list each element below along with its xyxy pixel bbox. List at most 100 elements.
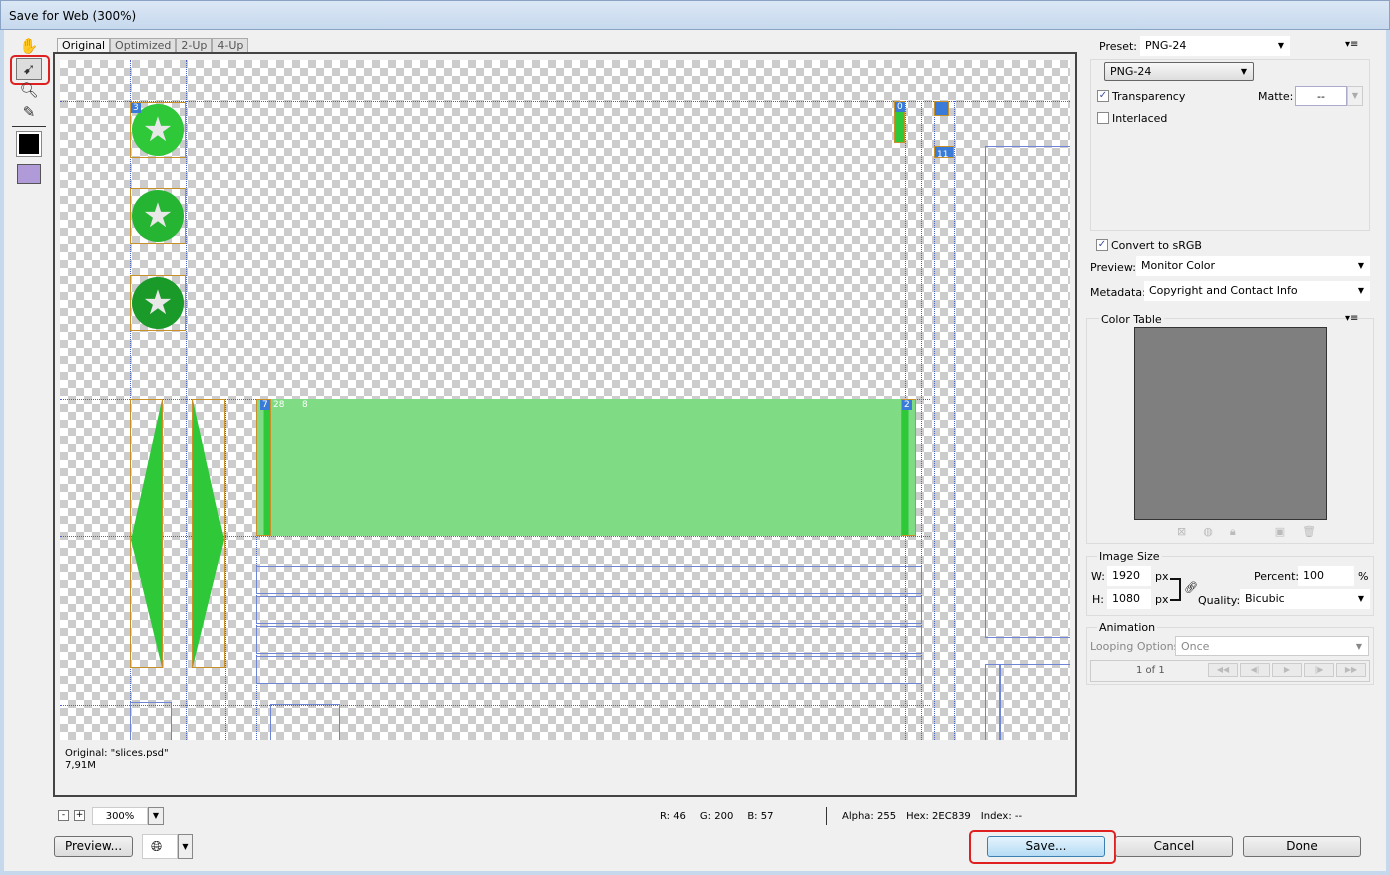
height-label: H:: [1092, 593, 1104, 606]
title-bar: Save for Web (300%): [0, 0, 1390, 30]
slice-number: 7: [260, 400, 270, 410]
color-table-swatches[interactable]: [1134, 327, 1327, 520]
slice-box[interactable]: [256, 656, 922, 684]
slice-box[interactable]: [985, 146, 1070, 638]
index-value: Index: --: [980, 811, 1023, 822]
height-field[interactable]: 1080: [1107, 589, 1151, 609]
image-info: Original: "slices.psd" 7,91M: [65, 748, 169, 772]
looping-dropdown[interactable]: Once: [1175, 636, 1369, 657]
constrain-bracket: [1170, 578, 1181, 601]
percent-label: Percent:: [1254, 570, 1300, 583]
done-button[interactable]: Done: [1243, 836, 1361, 857]
color-readout: R: 46 G: 200 B: 57: [660, 811, 773, 822]
toggle-slices-visibility-icon[interactable]: [17, 164, 41, 184]
spindle-shape: [131, 400, 162, 667]
green-value: G: 200: [699, 811, 734, 822]
star-icon: ★: [132, 190, 184, 242]
percent-unit: %: [1358, 570, 1369, 583]
interlaced-checkbox[interactable]: [1097, 112, 1109, 124]
matte-field[interactable]: --: [1295, 86, 1347, 106]
slice-box[interactable]: [985, 664, 1000, 740]
browser-dropdown-arrow[interactable]: ▼: [178, 834, 193, 859]
slice-icon-2[interactable]: ★: [130, 188, 186, 244]
quality-label: Quality:: [1198, 594, 1241, 607]
slice-bar[interactable]: 0: [894, 101, 905, 143]
tab-2-up[interactable]: 2-Up: [176, 38, 213, 52]
save-button[interactable]: Save...: [987, 836, 1105, 857]
slice-icon-3[interactable]: ★: [130, 275, 186, 331]
zoom-tool-icon[interactable]: 🔍︎: [16, 79, 42, 101]
slice-box[interactable]: [270, 704, 340, 740]
readout-divider: [826, 807, 827, 825]
width-field[interactable]: 1920: [1107, 566, 1151, 586]
delete-color-icon[interactable]: 🗑︎: [1302, 525, 1316, 539]
frame-counter: 1 of 1: [1136, 665, 1165, 676]
slice-icon-1[interactable]: ★ 3: [130, 102, 186, 158]
slice-number: 28: [273, 400, 285, 410]
slice-spindle-right[interactable]: [192, 399, 225, 668]
preview-button[interactable]: Preview...: [54, 836, 133, 857]
convert-srgb-checkbox[interactable]: ✓: [1096, 239, 1108, 251]
first-frame-icon[interactable]: ◀◀: [1208, 663, 1238, 677]
width-label: W:: [1091, 570, 1105, 583]
quality-dropdown[interactable]: Bicubic: [1240, 589, 1370, 609]
banner-left-slice[interactable]: 7: [256, 399, 271, 536]
alpha-value: Alpha: 255: [842, 811, 897, 822]
web-shift-icon[interactable]: ◍: [1203, 525, 1213, 539]
spindle-shape: [193, 400, 224, 667]
lock-color-icon[interactable]: 🔒︎: [1230, 525, 1236, 539]
interlaced-label: Interlaced: [1112, 112, 1168, 125]
browser-globe-icon[interactable]: 🌐︎: [142, 834, 178, 859]
new-color-icon[interactable]: ▣: [1275, 525, 1285, 539]
looping-label: Looping Options:: [1090, 640, 1184, 653]
play-icon[interactable]: ▶: [1272, 663, 1302, 677]
slice-box[interactable]: [256, 596, 922, 624]
slice-small-icon[interactable]: [934, 101, 949, 116]
slice-box[interactable]: [130, 702, 172, 740]
slice-box[interactable]: [1000, 664, 1070, 740]
banner-right-slice[interactable]: 2: [901, 399, 916, 536]
color-table-toolbar: ⊠ ◍ 🔒︎ ▣ 🗑︎: [1177, 525, 1316, 539]
transparency-label: Transparency: [1112, 90, 1186, 103]
preset-label: Preset:: [1099, 40, 1138, 53]
view-tabs: Original Optimized 2-Up 4-Up: [57, 38, 249, 52]
previous-frame-icon[interactable]: ◀|: [1240, 663, 1270, 677]
zoom-out-button[interactable]: -: [58, 810, 69, 821]
metadata-dropdown[interactable]: Copyright and Contact Info: [1144, 281, 1370, 301]
transparency-checkbox[interactable]: ✓: [1097, 90, 1109, 102]
matte-label: Matte:: [1258, 90, 1294, 103]
file-name: Original: "slices.psd": [65, 748, 169, 759]
eyedropper-tool-icon[interactable]: ✎: [16, 101, 42, 123]
banner-slice[interactable]: [256, 399, 915, 536]
color-table-menu-icon[interactable]: ▾≡: [1345, 313, 1358, 324]
preview-dropdown[interactable]: Monitor Color: [1136, 256, 1370, 276]
tab-original[interactable]: Original: [57, 38, 111, 52]
hand-tool-icon[interactable]: ✋: [16, 35, 42, 57]
tab-optimized[interactable]: Optimized: [110, 38, 177, 52]
map-color-icon[interactable]: ⊠: [1177, 525, 1186, 539]
cancel-button[interactable]: Cancel: [1115, 836, 1233, 857]
slice-box[interactable]: [256, 626, 922, 654]
image-size-title: Image Size: [1097, 550, 1162, 563]
percent-field[interactable]: 100: [1298, 566, 1354, 586]
zoom-level-field[interactable]: 300%: [92, 807, 148, 825]
last-frame-icon[interactable]: ▶▶: [1336, 663, 1366, 677]
preset-dropdown[interactable]: PNG-24: [1140, 36, 1290, 56]
image-preview[interactable]: ★ 3 ★ ★ 7 28 8 2 0 11: [60, 60, 1070, 740]
file-format-dropdown[interactable]: PNG-24: [1104, 62, 1254, 81]
panel-menu-icon[interactable]: ▾≡: [1345, 39, 1358, 50]
preview-label: Preview:: [1090, 261, 1136, 274]
matte-dropdown-arrow[interactable]: ▼: [1347, 86, 1363, 106]
zoom-dropdown-arrow[interactable]: ▼: [148, 807, 164, 825]
slice-spindle-left[interactable]: [130, 399, 163, 668]
link-proportions-icon[interactable]: 🔗︎: [1184, 581, 1198, 594]
format-settings-group: [1090, 59, 1370, 231]
zoom-in-button[interactable]: +: [74, 810, 85, 821]
tab-4-up[interactable]: 4-Up: [212, 38, 249, 52]
window-title: Save for Web (300%): [9, 9, 137, 23]
next-frame-icon[interactable]: |▶: [1304, 663, 1334, 677]
red-value: R: 46: [660, 811, 686, 822]
animation-buttons: ◀◀ ◀| ▶ |▶ ▶▶: [1208, 663, 1366, 677]
slice-box[interactable]: [256, 566, 922, 594]
eyedropper-color-swatch[interactable]: [16, 131, 42, 157]
